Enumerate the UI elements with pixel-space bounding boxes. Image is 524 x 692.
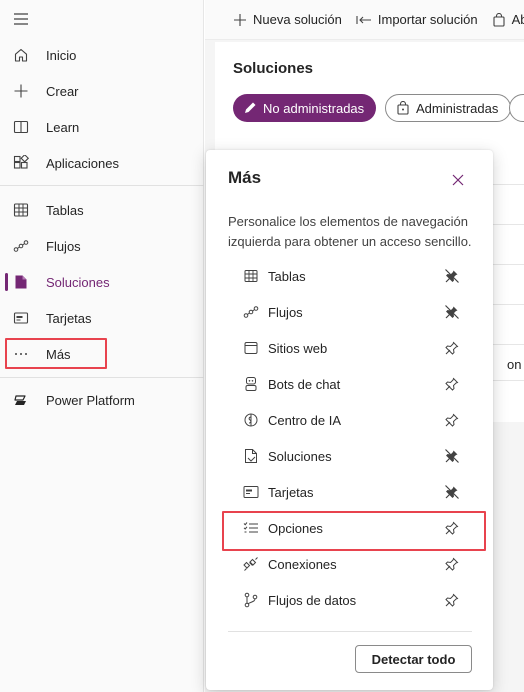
unmanaged-label: No administradas	[263, 100, 365, 116]
panel-item-label: Tarjetas	[268, 484, 314, 500]
panel-title: Más	[228, 168, 262, 187]
bot-icon	[242, 375, 260, 393]
plus-icon	[233, 13, 247, 27]
new-solution-button[interactable]: Nueva solución	[233, 12, 342, 27]
panel-item-label: Soluciones	[268, 448, 332, 464]
nav-item-label: Tablas	[46, 202, 84, 218]
apps-icon	[12, 154, 30, 172]
home-icon	[12, 46, 30, 64]
nav-item-tarjetas[interactable]: Tarjetas	[0, 302, 204, 334]
power-platform-icon	[12, 391, 30, 409]
panel-item-centro-de-ia[interactable]: Centro de IA	[228, 404, 474, 436]
panel-item-flujos[interactable]: Flujos	[228, 296, 474, 328]
flow-icon	[242, 303, 260, 321]
nav-item-label: Power Platform	[46, 392, 135, 408]
solutions-icon	[242, 447, 260, 465]
panel-item-tablas[interactable]: Tablas	[228, 260, 474, 292]
table-icon	[12, 201, 30, 219]
nav-item-label: Aplicaciones	[46, 155, 119, 171]
nav-item-soluciones[interactable]: Soluciones	[0, 266, 204, 298]
filter-pill-partial[interactable]	[509, 94, 524, 122]
unpin-icon[interactable]	[442, 446, 462, 466]
pin-icon[interactable]	[442, 374, 462, 394]
panel-item-bots-de-chat[interactable]: Bots de chat	[228, 368, 474, 400]
highlight-box-opciones	[222, 511, 486, 551]
pin-icon[interactable]	[442, 338, 462, 358]
panel-item-tarjetas[interactable]: Tarjetas	[228, 476, 474, 508]
panel-item-label: Flujos de datos	[268, 592, 357, 608]
new-solution-label: Nueva solución	[253, 12, 342, 27]
nav-item-label: Tarjetas	[46, 310, 92, 326]
highlight-box-mas	[5, 338, 107, 369]
import-icon	[356, 14, 372, 26]
nav-item-tablas[interactable]: Tablas	[0, 194, 204, 226]
panel-item-soluciones[interactable]: Soluciones	[228, 440, 474, 472]
pencil-icon	[243, 101, 257, 115]
import-solution-label: Importar solución	[377, 12, 478, 27]
more-flyout-panel: Más Personalice los elementos de navegac…	[206, 150, 493, 690]
open-appsource-button[interactable]: Ab	[492, 12, 524, 27]
nav-divider	[0, 185, 204, 186]
panel-item-conexiones[interactable]: Conexiones	[228, 548, 474, 580]
panel-item-label: Conexiones	[268, 556, 337, 572]
nav-item-label: Flujos	[46, 238, 81, 254]
plus-icon	[12, 82, 30, 100]
panel-item-sitios-web[interactable]: Sitios web	[228, 332, 474, 364]
panel-item-label: Sitios web	[268, 340, 328, 356]
nav-item-label: Inicio	[46, 47, 77, 63]
panel-item-label: Bots de chat	[268, 376, 341, 392]
ai-hub-icon	[242, 411, 260, 429]
nav-item-label: Learn	[46, 119, 80, 135]
nav-item-label: Crear	[46, 83, 79, 99]
cards-icon	[12, 309, 30, 327]
command-bar: Nueva solución Importar solución Ab	[205, 0, 524, 40]
nav-item-crear[interactable]: Crear	[0, 75, 204, 107]
import-solution-button[interactable]: Importar solución	[356, 12, 478, 27]
pin-icon[interactable]	[442, 590, 462, 610]
flow-icon	[12, 237, 30, 255]
book-icon	[12, 118, 30, 136]
dataflows-icon	[242, 591, 260, 609]
detect-all-button[interactable]: Detectar todo	[355, 645, 472, 673]
pin-icon[interactable]	[442, 554, 462, 574]
table-cell-partial: on	[507, 357, 522, 372]
managed-label: Administradas	[416, 100, 499, 116]
page-title: Soluciones	[233, 60, 314, 77]
table-icon	[242, 267, 260, 285]
unpin-icon[interactable]	[442, 266, 462, 286]
solutions-icon	[12, 273, 30, 291]
website-icon	[242, 339, 260, 357]
nav-item-learn[interactable]: Learn	[0, 111, 204, 143]
connections-icon	[242, 555, 260, 573]
panel-divider	[228, 631, 472, 632]
nav-divider	[0, 377, 204, 378]
nav-item-flujos[interactable]: Flujos	[0, 230, 204, 262]
panel-description: Personalice los elementos de navegación …	[228, 214, 472, 249]
hamburger-menu-icon[interactable]	[12, 10, 30, 28]
nav-item-aplicaciones[interactable]: Aplicaciones	[0, 147, 204, 179]
nav-item-inicio[interactable]: Inicio	[0, 39, 204, 71]
panel-item-label: Centro de IA	[268, 412, 341, 428]
close-icon[interactable]	[448, 170, 468, 190]
package-lock-icon	[396, 101, 410, 115]
panel-item-label: Tablas	[268, 268, 306, 284]
panel-item-label: Flujos	[268, 304, 303, 320]
unpin-icon[interactable]	[442, 482, 462, 502]
shopping-bag-icon	[492, 12, 506, 27]
left-navigation: Inicio Crear Learn Aplicaciones Tablas F…	[0, 0, 204, 692]
unpin-icon[interactable]	[442, 302, 462, 322]
appsource-label: Ab	[511, 12, 524, 27]
cards-icon	[242, 483, 260, 501]
filter-managed-pill[interactable]: Administradas	[385, 94, 512, 122]
filter-unmanaged-pill[interactable]: No administradas	[233, 94, 377, 122]
nav-item-label: Soluciones	[46, 274, 110, 290]
panel-item-flujos-de-datos[interactable]: Flujos de datos	[228, 584, 474, 616]
nav-item-power-platform[interactable]: Power Platform	[0, 384, 204, 416]
pin-icon[interactable]	[442, 410, 462, 430]
